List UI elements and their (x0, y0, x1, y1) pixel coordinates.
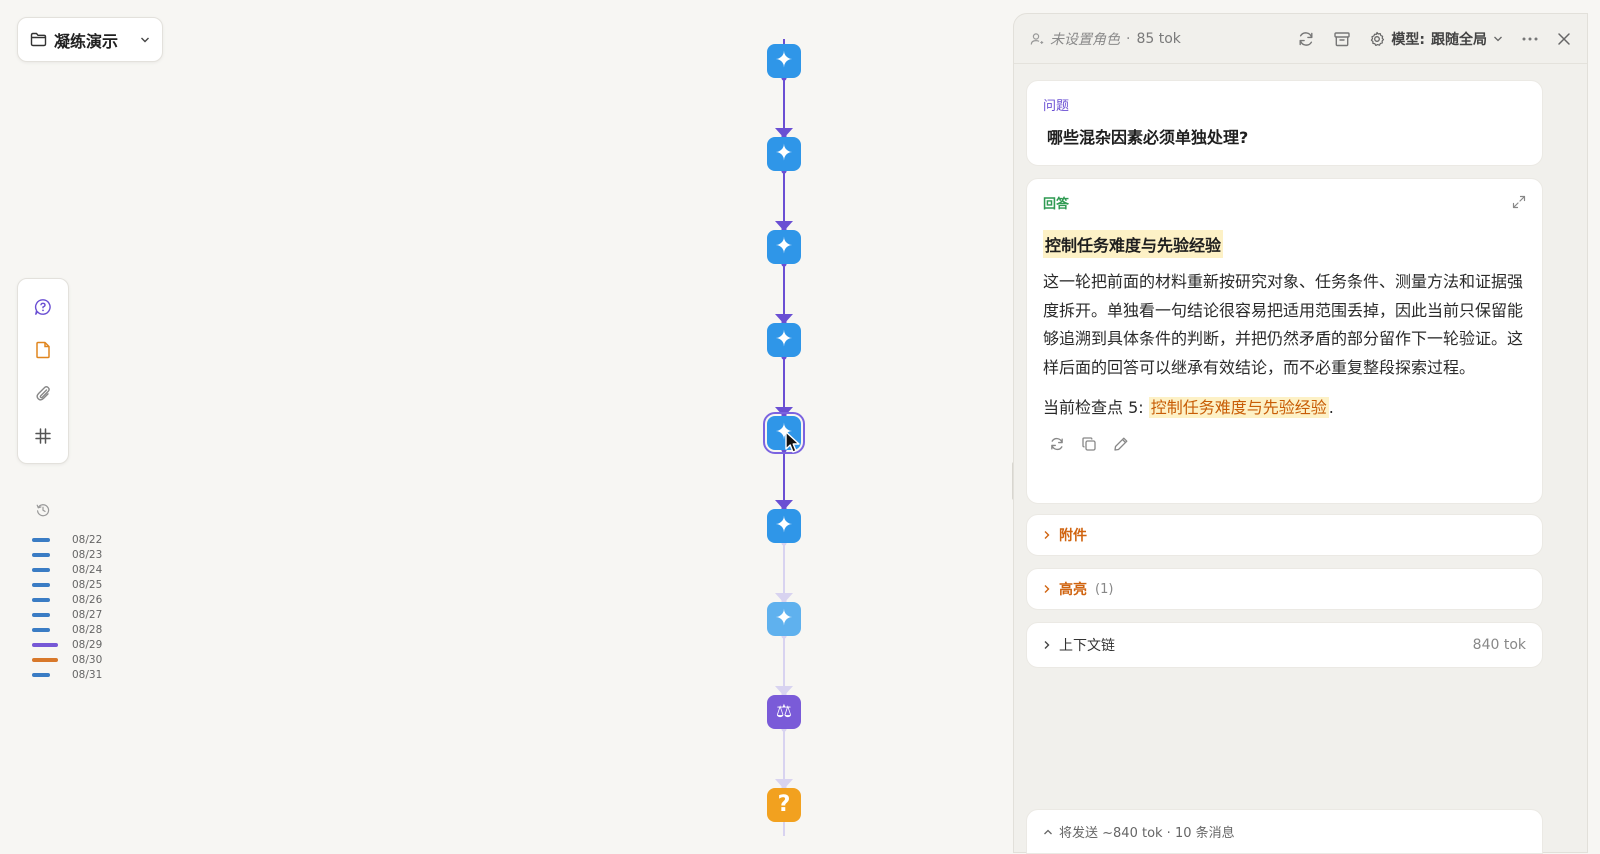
answer-title: 控制任务难度与先验经验 (1043, 230, 1224, 258)
role-text: 未设置角色 (1050, 31, 1120, 48)
copy-icon (1081, 436, 1097, 452)
refresh-icon (1049, 436, 1065, 452)
send-summary-bar[interactable]: 将发送 ~840 tok · 10 条消息 (1026, 809, 1543, 854)
conversation-timeline: ✦ ✦ ✦ ✦ ✦ ✦ ✦ ⚖? (0, 0, 1000, 853)
model-label: 模型: (1391, 31, 1425, 48)
send-summary-text: 将发送 ~840 tok · 10 条消息 (1059, 826, 1235, 841)
chevron-right-icon (1043, 640, 1051, 650)
sparkle-icon: ✦ (774, 513, 794, 538)
timeline-node-sparkle[interactable]: ✦ (767, 602, 801, 636)
sparkle-icon: ✦ (774, 141, 794, 166)
timeline-node-sparkle[interactable]: ✦ (767, 137, 801, 171)
more-horizontal-icon (1521, 36, 1539, 42)
highlights-section[interactable]: 高亮 (1) (1026, 568, 1543, 610)
refresh-button[interactable] (1297, 30, 1315, 48)
expand-icon (1512, 195, 1526, 209)
user-icon (1030, 32, 1044, 46)
answer-actions (1043, 436, 1526, 452)
timeline-node-sparkle[interactable]: ✦ (767, 323, 801, 357)
answer-card: 回答 控制任务难度与先验经验 这一轮把前面的材料重新按研究对象、任务条件、测量方… (1026, 178, 1543, 504)
detail-panel: 未设置角色 · 85 tok 模型: 跟随全局 问题 哪些混杂因素必须单独处理?… (1013, 13, 1588, 854)
chevron-up-icon (1043, 828, 1053, 836)
role-token-count: 85 tok (1136, 30, 1181, 47)
model-selector[interactable]: 模型: 跟随全局 (1369, 29, 1503, 49)
answer-label: 回答 (1043, 197, 1070, 212)
answer-body: 这一轮把前面的材料重新按研究对象、任务条件、测量方法和证据强度拆开。单独看一句结… (1043, 272, 1524, 377)
question-card: 问题 哪些混杂因素必须单独处理? (1026, 80, 1543, 166)
panel-header: 未设置角色 · 85 tok 模型: 跟随全局 (1014, 14, 1587, 64)
pencil-icon (1113, 436, 1129, 452)
timeline-node-judge[interactable]: ⚖ (767, 695, 801, 729)
sparkle-icon: ✦ (774, 327, 794, 352)
copy-button[interactable] (1081, 436, 1097, 452)
highlights-count: (1) (1095, 581, 1114, 597)
question-mark-icon: ? (777, 792, 791, 817)
more-button[interactable] (1521, 36, 1539, 42)
checkpoint-highlight[interactable]: 控制任务难度与先验经验 (1148, 397, 1329, 418)
gear-icon (1369, 31, 1385, 47)
timeline-edges (775, 39, 793, 836)
context-chain-label: 上下文链 (1059, 638, 1115, 654)
scale-icon: ⚖ (775, 701, 793, 722)
edit-button[interactable] (1113, 436, 1129, 452)
refresh-icon (1297, 30, 1315, 48)
close-panel-button[interactable] (1557, 32, 1571, 46)
expand-button[interactable] (1512, 195, 1526, 209)
mouse-cursor-icon (785, 431, 801, 455)
sparkle-icon: ✦ (774, 234, 794, 259)
context-chain-tokens: 840 tok (1472, 637, 1526, 653)
regenerate-button[interactable] (1049, 436, 1065, 452)
question-text: 哪些混杂因素必须单独处理? (1047, 128, 1249, 147)
context-chain-section[interactable]: 上下文链 840 tok (1026, 622, 1543, 668)
archive-button[interactable] (1333, 30, 1351, 48)
timeline-node-sparkle[interactable]: ✦ (767, 509, 801, 543)
role-separator: · (1126, 30, 1131, 47)
checkpoint-line: 当前检查点 5: 控制任务难度与先验经验. (1043, 394, 1526, 418)
attachments-section[interactable]: 附件 (1026, 514, 1543, 556)
role-selector[interactable]: 未设置角色 · 85 tok (1030, 29, 1181, 49)
highlights-label: 高亮 (1059, 582, 1087, 598)
model-value: 跟随全局 (1431, 31, 1487, 48)
close-icon (1557, 32, 1571, 46)
header-actions: 模型: 跟随全局 (1297, 29, 1571, 49)
sparkle-icon: ✦ (774, 606, 794, 631)
checkpoint-prefix: 当前检查点 5: (1043, 398, 1149, 417)
question-label: 问题 (1043, 99, 1070, 114)
attachments-label: 附件 (1059, 528, 1087, 544)
timeline-node-sparkle[interactable]: ✦ (767, 44, 801, 78)
archive-icon (1333, 30, 1351, 48)
checkpoint-suffix: . (1328, 398, 1334, 417)
chevron-right-icon (1043, 584, 1051, 594)
timeline-node-question[interactable]: ? (767, 788, 801, 822)
chevron-right-icon (1043, 530, 1051, 540)
sparkle-icon: ✦ (774, 48, 794, 73)
chevron-down-icon (1493, 35, 1503, 43)
timeline-node-sparkle[interactable]: ✦ (767, 230, 801, 264)
